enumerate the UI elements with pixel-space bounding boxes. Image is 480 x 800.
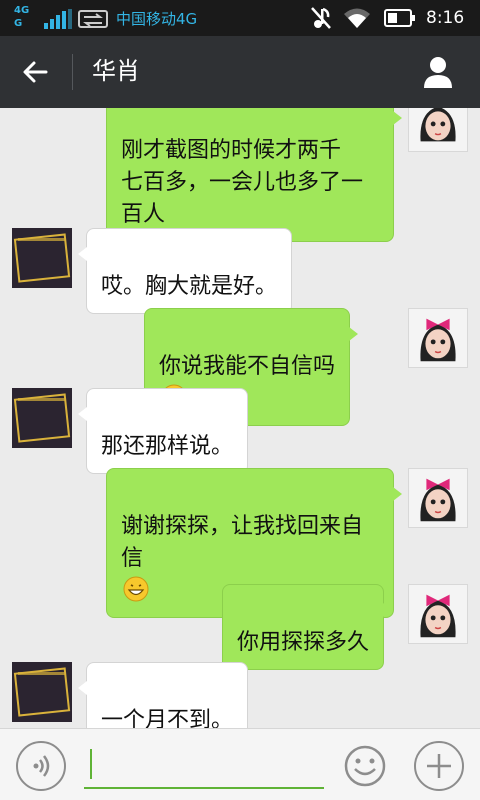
profile-button[interactable] [416, 52, 460, 92]
avatar-girl-icon [420, 594, 456, 638]
network-label: 4G [14, 5, 30, 16]
wifi-icon [344, 8, 370, 28]
avatar-girl-icon [420, 318, 456, 362]
clock: 8:16 [426, 8, 465, 28]
page-title: 华肖 [92, 57, 140, 85]
avatar-self[interactable] [408, 308, 468, 368]
message-text: 谢谢探探，让我找回来自 信 [121, 514, 364, 571]
avatar-stroke [18, 398, 66, 401]
chat-area[interactable]: 刚才截图的时候才两千 七百多，一会儿也多了一 百人 哎。胸大就是好。 你说我能不… [0, 108, 480, 728]
avatar-self[interactable] [408, 108, 468, 152]
plus-button[interactable] [414, 741, 464, 791]
network-type: 4G G [14, 4, 42, 30]
person-icon [424, 57, 452, 88]
text-cursor [90, 749, 92, 779]
input-underline [84, 787, 324, 789]
carrier-name: 中国移动4G [116, 10, 198, 28]
grin-emoji-icon [123, 576, 149, 602]
title-bar: 华肖 [0, 36, 480, 108]
avatar-stroke [18, 672, 66, 675]
data-arrows-icon [78, 10, 108, 28]
battery-icon [384, 9, 415, 27]
input-bar [0, 728, 480, 800]
avatar-contact[interactable] [12, 662, 72, 722]
avatar-girl-icon [420, 108, 456, 142]
plus-icon [427, 754, 451, 778]
avatar-girl-icon [420, 478, 456, 522]
message-text: 那还那样说。 [101, 434, 234, 459]
message-text: 刚才截图的时候才两千 七百多，一会儿也多了一 百人 [121, 138, 364, 227]
message-input[interactable] [84, 745, 324, 785]
title-divider [72, 54, 73, 90]
message-bubble-received[interactable]: 那还那样说。 [77, 388, 249, 474]
avatar-stroke [18, 238, 66, 241]
avatar-self[interactable] [408, 584, 468, 644]
voice-button[interactable] [16, 741, 66, 791]
avatar-contact[interactable] [12, 228, 72, 288]
message-bubble-received[interactable]: 哎。胸大就是好。 [77, 228, 293, 314]
message-bubble-sent[interactable]: 刚才截图的时候才两千 七百多，一会儿也多了一 百人 [106, 108, 402, 242]
emoji-button[interactable] [340, 741, 390, 791]
message-text: 你说我能不自信吗 [159, 354, 336, 379]
arrow-left-icon [23, 61, 48, 83]
back-button[interactable] [16, 52, 56, 92]
smiley-icon [344, 745, 386, 787]
message-text: 你用探探多久 [237, 630, 370, 655]
avatar-contact[interactable] [12, 388, 72, 448]
avatar-self[interactable] [408, 468, 468, 528]
message-text: 哎。胸大就是好。 [101, 274, 278, 299]
signal-icon [44, 9, 72, 29]
status-bar: 4G G 中国移动4G 8:16 [0, 0, 480, 36]
voice-icon [33, 755, 50, 777]
message-text: 一个月不到。 [101, 708, 234, 728]
network-g-mark: G [14, 18, 23, 29]
mute-icon [311, 7, 331, 29]
message-bubble-sent[interactable]: 你用探探多久 [222, 584, 393, 670]
message-bubble-received[interactable]: 一个月不到。 [77, 662, 249, 728]
